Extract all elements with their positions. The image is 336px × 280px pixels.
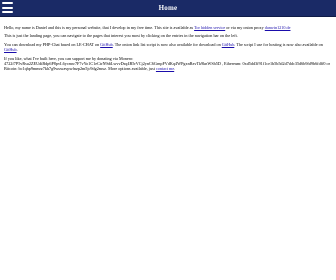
menu-line-3	[2, 11, 13, 13]
hamburger-menu-icon[interactable]	[2, 2, 13, 13]
donation-text-4: . More options available, just	[106, 66, 156, 71]
top-navigation-bar: Home	[0, 0, 336, 17]
downloads-text-4: .	[16, 47, 18, 52]
page-title: Home	[158, 4, 178, 12]
menu-line-1	[2, 2, 13, 4]
donation-text-2: , Ethereum:	[220, 61, 243, 66]
tor-hidden-service-link[interactable]: Tor hidden service	[194, 25, 225, 30]
menu-line-2	[2, 6, 13, 9]
intro-text: Hello, my name is Daniel and this is my …	[4, 25, 195, 30]
bitcoin-address: bc1qhp9mmrz7kh7g9wuwavpwfnzp2m5jc9dg2mxz	[18, 66, 107, 71]
intro-paragraph: Hello, my name is Daniel and this is my …	[4, 25, 332, 30]
main-content: Hello, my name is Daniel and this is my …	[4, 25, 332, 75]
github-chat-link[interactable]: GitHub	[100, 42, 113, 47]
downloads-paragraph: You can download my PHP-Chat based on LE…	[4, 42, 332, 52]
downloads-text-3: . The script I use for hosting is now al…	[234, 42, 323, 47]
donation-text-5: .	[174, 66, 176, 71]
downloads-text-1: You can download my PHP-Chat based on LE…	[4, 42, 101, 47]
onion-proxy-link[interactable]: danwin1210.de	[265, 25, 291, 30]
landing-paragraph: This is just the landing page, you can n…	[4, 33, 238, 38]
ethereum-address: 0xd5dd3f91f1ce1b5b5d2d7ddc35d6b9fd9b6fdf…	[242, 61, 326, 66]
github-hosting-link[interactable]: GitHub	[4, 47, 17, 52]
intro-text-2: or via my onion proxy	[225, 25, 265, 30]
donation-paragraph: If you like, what I've built here, you c…	[4, 56, 332, 71]
github-onion-list-link[interactable]: GitHub	[222, 42, 235, 47]
contact-me-link[interactable]: contact me	[156, 66, 174, 71]
downloads-text-2: . The onion link list script is now also…	[112, 42, 222, 47]
